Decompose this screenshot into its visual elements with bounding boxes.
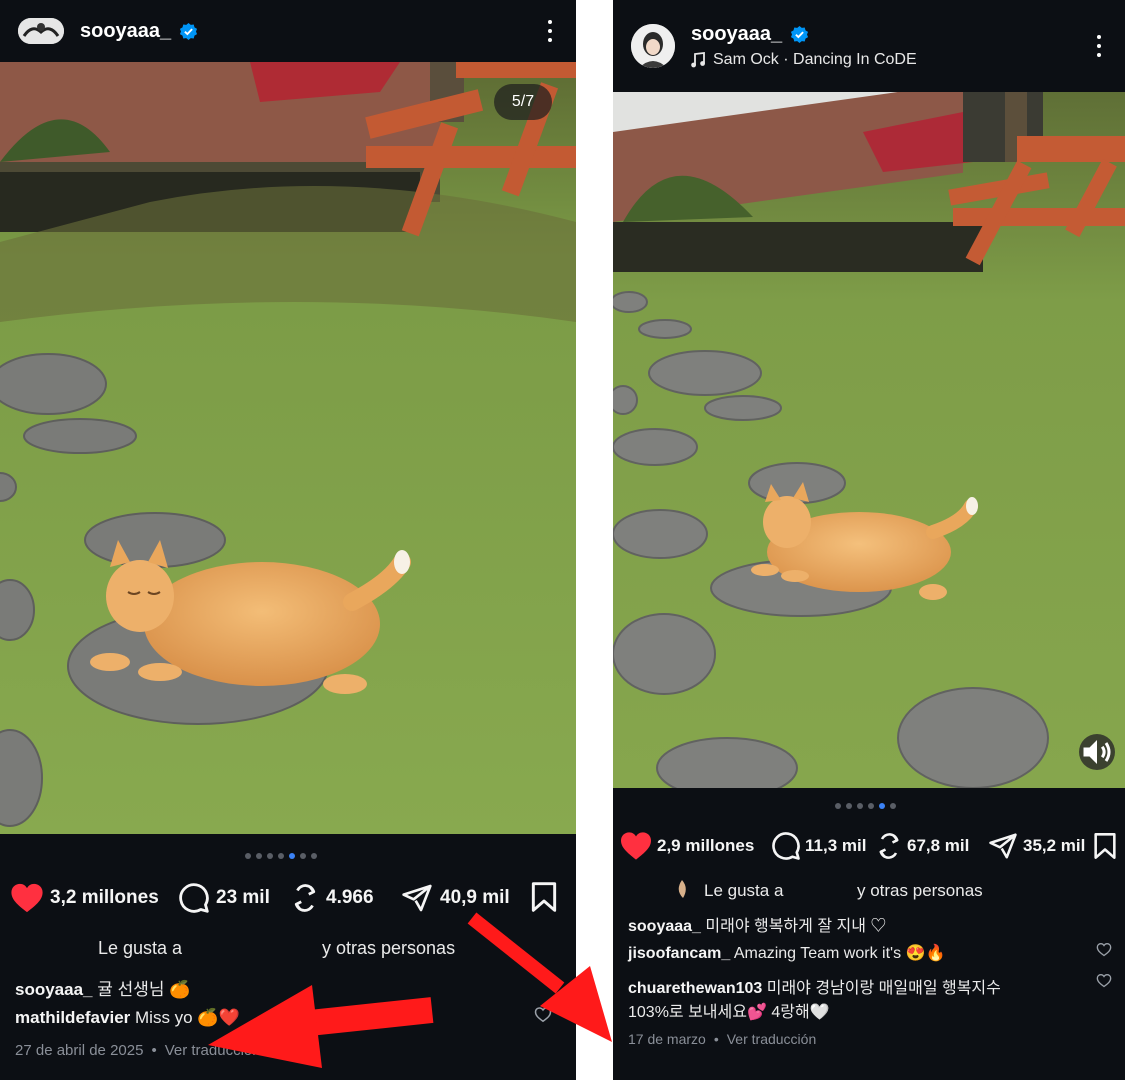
carousel-dot[interactable] — [868, 803, 874, 809]
right-post: sooyaaa_ Sam Ock · Dancing In CoDE 2,9 m… — [613, 0, 1125, 1080]
action-bar: 2,9 millones 11,3 mil 67,8 mil 35,2 mil — [613, 826, 1125, 866]
carousel-dot[interactable] — [300, 853, 306, 859]
action-bar: 3,2 millones 23 mil 4.966 40,9 mil — [0, 876, 576, 920]
carousel-dot[interactable] — [857, 803, 863, 809]
repost-count: 4.966 — [326, 887, 374, 908]
slide-counter: 5/7 — [494, 84, 552, 120]
bookmark-icon[interactable] — [530, 881, 558, 913]
liker-avatar[interactable] — [673, 878, 691, 900]
carousel-dot[interactable] — [267, 853, 273, 859]
comment: mathildefavier Miss yo 🍊❤️ — [15, 1008, 240, 1028]
music-note-icon — [691, 52, 705, 68]
comment-button[interactable]: 23 mil — [178, 882, 290, 914]
carousel-dot[interactable] — [245, 853, 251, 859]
verified-icon — [180, 22, 198, 40]
comment-count: 23 mil — [216, 887, 270, 908]
carousel-dot[interactable] — [256, 853, 262, 859]
comment-text: Miss yo — [135, 1008, 193, 1027]
post-photo[interactable]: 5/7 — [0, 62, 576, 834]
share-icon — [402, 884, 432, 912]
liked-by-prefix: Le gusta a — [98, 938, 183, 958]
repost-icon — [879, 833, 899, 859]
caption-text: 미래야 행복하게 잘 지내 ♡ — [705, 918, 887, 935]
heart-icon — [621, 832, 651, 860]
carousel-dot[interactable] — [289, 853, 295, 859]
caption: sooyaaa_ 귤 선생님 🍊 — [15, 975, 190, 1000]
verified-icon — [791, 25, 809, 44]
like-count: 2,9 millones — [657, 836, 755, 855]
username[interactable]: sooyaaa_ — [80, 20, 171, 43]
post-photo[interactable] — [613, 92, 1125, 788]
repost-button[interactable]: 4.966 — [290, 883, 400, 913]
carousel-dots — [835, 803, 896, 809]
comment-username[interactable]: chuarethewan103 — [628, 980, 762, 997]
like-button[interactable]: 3,2 millones — [10, 882, 178, 914]
liked-by-prefix: Le gusta a — [704, 881, 784, 900]
comment-text: 미래야 경남이랑 매일매일 행복지수 — [766, 980, 1001, 997]
more-icon[interactable] — [546, 20, 554, 42]
share-icon — [989, 833, 1017, 859]
comment: chuarethewan103 미래야 경남이랑 매일매일 행복지수 — [628, 974, 1001, 998]
liked-by-suffix[interactable]: y otras personas — [322, 938, 455, 959]
sound-icon — [1083, 740, 1111, 764]
post-meta: 27 de abril de 2025 • Ver traducción — [15, 1042, 261, 1059]
avatar[interactable] — [18, 18, 64, 44]
repost-icon — [294, 884, 316, 912]
share-button[interactable]: 35,2 mil — [987, 831, 1097, 861]
share-button[interactable]: 40,9 mil — [400, 882, 530, 914]
comment-text: Amazing Team work it's 😍🔥 — [733, 945, 946, 962]
carousel-dot[interactable] — [879, 803, 885, 809]
carousel-dot[interactable] — [835, 803, 841, 809]
comment-like-icon[interactable] — [1096, 942, 1112, 957]
caption-username[interactable]: sooyaaa_ — [628, 918, 701, 935]
liked-by-suffix[interactable]: y otras personas — [857, 881, 983, 901]
translate-link[interactable]: Ver traducción — [727, 1031, 817, 1047]
comment-continuation: 103%로 보내세요💕 4랑해🤍 — [628, 1004, 830, 1021]
more-icon[interactable] — [1095, 35, 1103, 57]
carousel-dot[interactable] — [846, 803, 852, 809]
music-label: Sam Ock · Dancing In CoDE — [713, 51, 917, 68]
like-count: 3,2 millones — [50, 887, 159, 908]
sound-button[interactable] — [1079, 734, 1115, 770]
comment: jisoofancam_ Amazing Team work it's 😍🔥 — [628, 943, 945, 963]
post-meta: 17 de marzo • Ver traducción — [628, 1031, 817, 1047]
post-header: sooyaaa_ Sam Ock · Dancing In CoDE — [613, 0, 1125, 92]
post-header: sooyaaa_ — [0, 0, 576, 62]
carousel-dot[interactable] — [278, 853, 284, 859]
comment-icon — [179, 883, 209, 913]
heart-icon — [11, 883, 43, 913]
comment-username[interactable]: mathildefavier — [15, 1008, 130, 1027]
carousel-dots — [245, 853, 317, 859]
caption-username[interactable]: sooyaaa_ — [15, 980, 93, 999]
like-button[interactable]: 2,9 millones — [619, 831, 771, 861]
avatar[interactable] — [631, 24, 675, 68]
translate-link[interactable]: Ver traducción — [165, 1042, 261, 1059]
caption-text: 귤 선생님 🍊 — [97, 980, 191, 999]
comment-icon — [772, 832, 800, 860]
carousel-dot[interactable] — [311, 853, 317, 859]
comment-username[interactable]: jisoofancam_ — [628, 945, 730, 962]
music-info[interactable]: Sam Ock · Dancing In CoDE — [691, 51, 917, 69]
comment-like-icon[interactable] — [1096, 973, 1112, 988]
repost-button[interactable]: 67,8 mil — [875, 832, 987, 860]
comment-like-icon[interactable] — [534, 1006, 552, 1023]
comment-count: 11,3 mil — [805, 836, 867, 855]
share-count: 35,2 mil — [1023, 836, 1086, 855]
repost-count: 67,8 mil — [907, 836, 970, 855]
comment-emoji: 🍊❤️ — [197, 1008, 240, 1027]
left-post: sooyaaa_ 5/7 3,2 millones 23 mil 4.966 4… — [0, 0, 576, 1080]
comment-button[interactable]: 11,3 mil — [771, 831, 875, 861]
post-date: 27 de abril de 2025 — [15, 1042, 144, 1059]
carousel-dot[interactable] — [890, 803, 896, 809]
caption: sooyaaa_ 미래야 행복하게 잘 지내 ♡ — [628, 912, 886, 936]
share-count: 40,9 mil — [440, 887, 510, 908]
bookmark-icon[interactable] — [1093, 832, 1117, 860]
post-date: 17 de marzo — [628, 1031, 706, 1047]
username[interactable]: sooyaaa_ — [691, 23, 782, 46]
